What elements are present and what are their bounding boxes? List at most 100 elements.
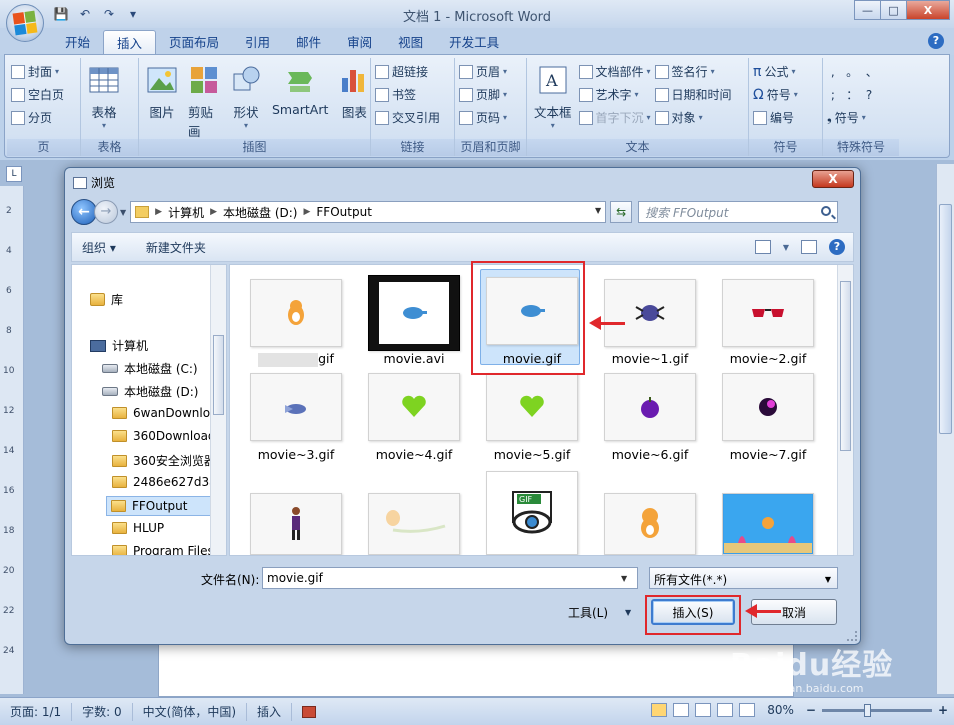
- organize-button[interactable]: 组织 ▾: [82, 239, 116, 256]
- table-button[interactable]: 表格 ▾: [85, 60, 123, 140]
- minimize-button[interactable]: —: [854, 0, 881, 20]
- nav-folder[interactable]: 6wanDownloa: [112, 406, 217, 420]
- tab-insert[interactable]: 插入: [103, 30, 157, 55]
- cover-page-button[interactable]: 封面 ▾: [11, 62, 76, 81]
- object-button[interactable]: 对象 ▾: [654, 108, 732, 127]
- file-list-scroll-thumb[interactable]: [840, 281, 851, 451]
- file-thumbnail[interactable]: [250, 279, 342, 347]
- punct-row-1[interactable]: , 。 、: [827, 62, 895, 81]
- tab-developer[interactable]: 开发工具: [436, 30, 512, 55]
- quickparts-button[interactable]: 文档部件 ▾: [578, 62, 651, 81]
- textbox-button[interactable]: A 文本框 ▾: [531, 60, 575, 140]
- smartart-button[interactable]: SmartArt: [269, 60, 331, 140]
- page-number-button[interactable]: 页码 ▾: [459, 108, 522, 127]
- file-thumbnail[interactable]: GIF: [486, 471, 578, 555]
- file-name[interactable]: movie~1.gif: [594, 351, 706, 366]
- nav-drive-c[interactable]: 本地磁盘 (C:): [102, 360, 198, 377]
- breadcrumb-drive-d[interactable]: 本地磁盘 (D:): [223, 204, 297, 221]
- hyperlink-button[interactable]: 超链接: [375, 62, 450, 81]
- page-break-button[interactable]: 分页: [11, 108, 76, 127]
- file-thumbnail[interactable]: [368, 373, 460, 441]
- file-thumbnail[interactable]: [368, 275, 460, 351]
- symbol-button[interactable]: Ω 符号 ▾: [753, 85, 818, 104]
- status-words[interactable]: 字数: 0: [72, 702, 133, 721]
- file-name-selected[interactable]: movie.gif: [476, 351, 588, 366]
- document-page[interactable]: [158, 640, 794, 697]
- wordart-button[interactable]: 艺术字 ▾: [578, 85, 651, 104]
- file-name[interactable]: movie~7.gif: [712, 447, 824, 462]
- tab-review[interactable]: 审阅: [334, 30, 385, 55]
- filetype-select[interactable]: 所有文件(*.*) ▼: [649, 567, 838, 589]
- file-name[interactable]: movie~3.gif: [240, 447, 352, 462]
- file-thumbnail[interactable]: [250, 373, 342, 441]
- blank-page-button[interactable]: 空白页: [11, 85, 76, 104]
- nav-scroll-thumb[interactable]: [213, 335, 224, 415]
- file-list-scrollbar[interactable]: [837, 265, 853, 555]
- forward-button[interactable]: →: [94, 200, 118, 224]
- tools-button[interactable]: 工具(L): [568, 604, 608, 621]
- insert-button[interactable]: 插入(S): [651, 599, 735, 625]
- zoom-in-icon[interactable]: +: [938, 703, 948, 717]
- zoom-slider[interactable]: [821, 703, 932, 717]
- search-input[interactable]: 搜索 FFOutput: [638, 201, 839, 223]
- nav-folder[interactable]: 360Download: [112, 429, 216, 443]
- punct-row-2[interactable]: ; ： ?: [827, 85, 895, 104]
- zoom-level[interactable]: 80%: [767, 703, 794, 717]
- file-name[interactable]: movie~5.gif: [476, 447, 588, 462]
- tab-selector[interactable]: L: [6, 166, 22, 182]
- file-name[interactable]: gif: [240, 351, 352, 367]
- nav-folder[interactable]: Program Files: [112, 544, 214, 555]
- status-language[interactable]: 中文(简体，中国): [133, 702, 248, 721]
- datetime-button[interactable]: 日期和时间: [654, 85, 732, 104]
- file-name[interactable]: movie~2.gif: [712, 351, 824, 366]
- signature-line-button[interactable]: 签名行 ▾: [654, 62, 732, 81]
- dialog-help-icon[interactable]: ?: [829, 239, 845, 255]
- footer-button[interactable]: 页脚 ▾: [459, 85, 522, 104]
- nav-folder[interactable]: 2486e627d3a: [112, 475, 216, 489]
- file-thumbnail[interactable]: [486, 373, 578, 441]
- file-thumbnail[interactable]: [722, 373, 814, 441]
- status-insert-mode[interactable]: 插入: [247, 702, 293, 721]
- close-button[interactable]: X: [906, 0, 950, 20]
- office-button[interactable]: [6, 4, 44, 42]
- views-icon[interactable]: [754, 240, 771, 254]
- chart-button[interactable]: 图表: [335, 60, 373, 140]
- file-thumbnail-selected[interactable]: [486, 277, 578, 345]
- tab-page-layout[interactable]: 页面布局: [156, 30, 232, 55]
- refresh-button[interactable]: ⇆: [610, 201, 633, 223]
- nav-folder[interactable]: HLUP: [112, 521, 164, 535]
- breadcrumb-ffoutput[interactable]: FFOutput: [316, 205, 372, 219]
- nav-folder-ffoutput[interactable]: FFOutput: [106, 496, 212, 516]
- clipart-button[interactable]: 剪贴画: [185, 60, 223, 140]
- tab-view[interactable]: 视图: [385, 30, 436, 55]
- recent-pages-chevron-icon[interactable]: ▼: [120, 208, 126, 217]
- equation-button[interactable]: π 公式 ▾: [753, 62, 818, 81]
- tab-mailings[interactable]: 邮件: [283, 30, 334, 55]
- web-view-icon[interactable]: [695, 703, 712, 717]
- file-thumbnail[interactable]: [250, 493, 342, 555]
- tab-references[interactable]: 引用: [232, 30, 283, 55]
- bookmark-button[interactable]: 书签: [375, 85, 450, 104]
- nav-drive-d[interactable]: 本地磁盘 (D:): [102, 383, 198, 400]
- shapes-button[interactable]: 形状 ▾: [227, 60, 265, 140]
- special-symbol-button[interactable]: ❟ 符号 ▾: [827, 108, 895, 127]
- tab-home[interactable]: 开始: [52, 30, 103, 55]
- file-thumbnail[interactable]: [722, 493, 814, 555]
- address-dropdown-icon[interactable]: ▼: [595, 206, 601, 215]
- crossref-button[interactable]: 交叉引用: [375, 108, 450, 127]
- file-thumbnail[interactable]: [368, 493, 460, 555]
- views-chevron-icon[interactable]: ▼: [783, 243, 789, 252]
- dropcap-button[interactable]: 首字下沉 ▾: [578, 108, 651, 127]
- tools-chevron-down-icon[interactable]: ▼: [625, 608, 631, 617]
- full-screen-view-icon[interactable]: [673, 703, 690, 717]
- nav-library[interactable]: 库: [90, 291, 123, 308]
- file-thumbnail[interactable]: [722, 279, 814, 347]
- document-scroll-thumb[interactable]: [939, 204, 952, 434]
- file-thumbnail[interactable]: [604, 279, 696, 347]
- dialog-close-button[interactable]: X: [812, 170, 854, 188]
- help-icon[interactable]: ?: [928, 33, 944, 49]
- numbering-button[interactable]: 编号: [753, 108, 818, 127]
- nav-folder[interactable]: 360安全浏览器: [112, 452, 216, 469]
- new-folder-button[interactable]: 新建文件夹: [146, 239, 206, 256]
- filename-input[interactable]: [262, 567, 638, 589]
